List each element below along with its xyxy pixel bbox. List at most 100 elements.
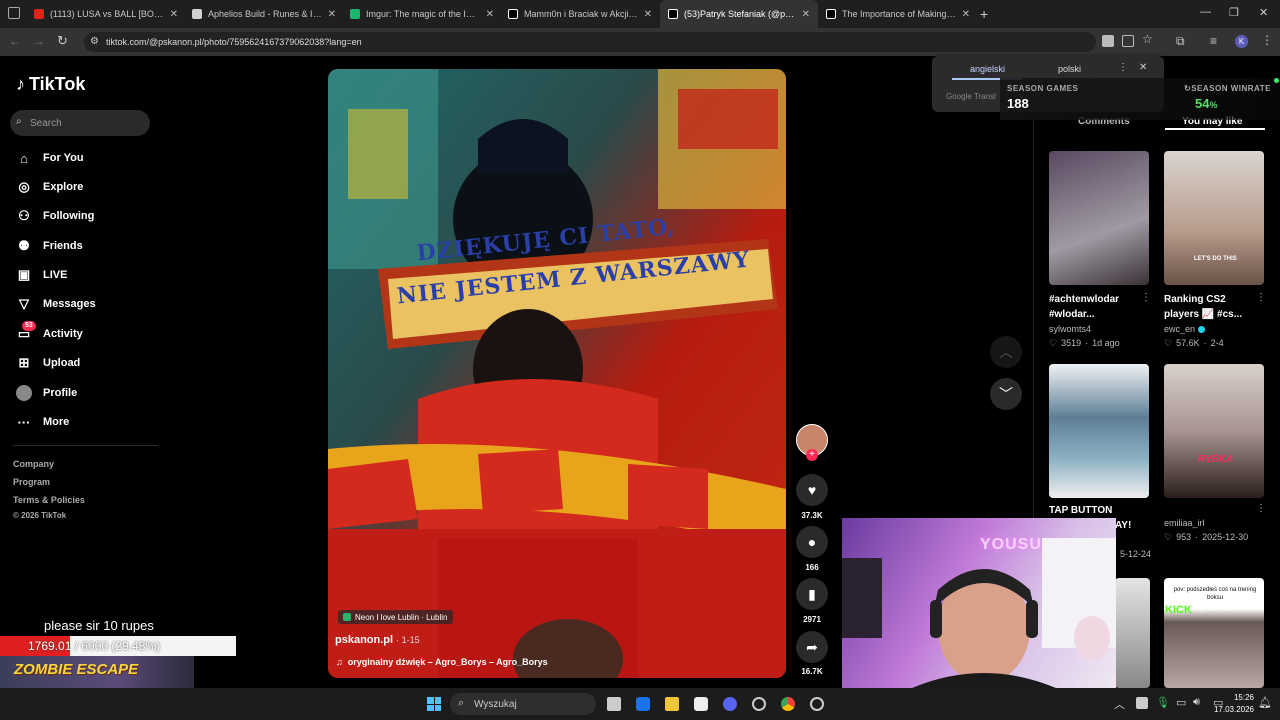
recommended-video-title[interactable]: #achtenwlodar #wlodar... <box>1049 292 1144 322</box>
taskbar-search[interactable]: ⌕ Wyszukaj <box>450 693 596 715</box>
browser-tab[interactable]: Mamm0n i Braciak w Akcji Pod ✕ <box>500 0 660 28</box>
translate-close-icon[interactable]: ✕ <box>1139 62 1147 73</box>
close-tab-icon[interactable]: ✕ <box>328 9 336 20</box>
compass-icon: ◎ <box>18 179 30 194</box>
tiktok-logo[interactable]: ♪ TikTok <box>16 74 85 95</box>
sidebar-item-activity[interactable]: ▭ 53 Activity <box>16 321 83 345</box>
tab-menu-icon[interactable] <box>8 7 20 19</box>
close-tab-icon[interactable]: ✕ <box>486 9 494 20</box>
translate-icon[interactable] <box>1102 35 1114 47</box>
like-button[interactable]: ♥ <box>796 474 828 506</box>
close-tab-icon[interactable]: ✕ <box>644 9 652 20</box>
recommended-video-author[interactable]: ewc_en <box>1164 324 1206 334</box>
url-bar[interactable]: ⚙ tiktok.com/@pskanon.pl/photo/759562416… <box>84 32 1096 52</box>
browser-tab-strip: (1113) LUSA vs BALL [BO5] | Sa ✕ Aphelio… <box>0 0 1280 28</box>
location-pin-icon <box>343 613 351 621</box>
outlook-icon[interactable] <box>636 697 650 711</box>
task-view-icon[interactable] <box>607 697 621 711</box>
recommended-video-author[interactable]: emiliaa_irl <box>1164 518 1205 528</box>
new-tab-icon[interactable]: + <box>980 6 988 22</box>
profile-avatar[interactable]: K <box>1235 35 1248 48</box>
post-photo[interactable]: DZIĘKUJĘ CI TATO, NIE JESTEM Z WARSZAWY … <box>328 69 786 678</box>
browser-tab[interactable]: Aphelios Build - Runes & Items ✕ <box>184 0 344 28</box>
tray-chevron-icon[interactable]: ︿ <box>1114 696 1125 712</box>
active-tab-indicator <box>1165 128 1265 130</box>
post-author[interactable]: pskanon.pl · 1-15 <box>335 634 420 646</box>
translate-tab-source[interactable]: angielski <box>970 64 1005 74</box>
close-tab-icon[interactable]: ✕ <box>802 9 810 20</box>
search-input[interactable]: ⌕ Search <box>10 110 150 136</box>
browser-tab[interactable]: (1113) LUSA vs BALL [BO5] | Sa ✕ <box>26 0 186 28</box>
more-options-icon[interactable]: ⋮ <box>1256 292 1266 303</box>
recommended-video-thumbnail[interactable] <box>1049 364 1149 498</box>
verified-icon <box>1198 325 1206 333</box>
sound-link[interactable]: ♫ oryginalny dźwięk – Agro_Borys – Agro_… <box>336 657 548 667</box>
recommended-video-thumbnail[interactable] <box>1115 578 1150 688</box>
sidebar-item-live[interactable]: ▣ LIVE <box>16 264 68 286</box>
sidebar-item-for-you[interactable]: ⌂ For You <box>16 147 83 169</box>
following-icon: ⚇ <box>18 208 30 223</box>
follow-plus-icon[interactable]: + <box>806 449 818 461</box>
share-count: 16.7K <box>801 667 823 676</box>
close-tab-icon[interactable]: ✕ <box>170 9 178 20</box>
sidebar-item-profile[interactable]: Profile <box>16 382 77 404</box>
taskbar-time[interactable]: 15:26 <box>1226 693 1254 702</box>
app-icon[interactable] <box>752 697 766 711</box>
translate-tab-target[interactable]: polski <box>1058 64 1081 74</box>
close-window-icon[interactable]: ✕ <box>1259 6 1268 19</box>
app-icon[interactable] <box>810 697 824 711</box>
recommended-video-title[interactable]: TAP BUTTON <box>1049 503 1144 518</box>
recommended-video-thumbnail[interactable]: pov: podszedłeś coś na trening boksu KIC… <box>1164 578 1264 688</box>
recommended-video-thumbnail[interactable]: RYBKA <box>1164 364 1264 498</box>
location-tag[interactable]: Neon I love Lublin · Lublin <box>338 610 453 624</box>
reload-icon[interactable]: ↻ <box>57 33 68 49</box>
sidebar-item-following[interactable]: ⚇ Following <box>16 205 94 227</box>
cast-icon[interactable] <box>1122 35 1134 47</box>
recommended-video-thumbnail[interactable] <box>1049 151 1149 285</box>
more-options-icon[interactable]: ⋮ <box>1256 503 1266 514</box>
footer-link-program[interactable]: Program <box>13 477 50 487</box>
sidebar-item-messages[interactable]: ▽ Messages <box>16 293 96 315</box>
more-options-icon[interactable]: ⋮ <box>1141 292 1151 303</box>
browser-tab[interactable]: Imgur: The magic of the Interne ✕ <box>342 0 502 28</box>
browser-menu-icon[interactable]: ⋮ <box>1261 33 1273 47</box>
browser-tab[interactable]: The Importance of Making Wis ✕ <box>818 0 978 28</box>
close-tab-icon[interactable]: ✕ <box>962 9 970 20</box>
forward-icon[interactable]: → <box>33 34 45 48</box>
microphone-icon[interactable]: 🎙︎ <box>1156 696 1170 709</box>
maximize-icon[interactable]: ❐ <box>1229 6 1239 19</box>
comment-button[interactable]: ● <box>796 526 828 558</box>
recommended-video-author[interactable]: sylwomts4 <box>1049 324 1091 334</box>
recommended-video-title[interactable]: Ranking CS2 players 📈 #cs... <box>1164 292 1259 322</box>
site-info-icon[interactable]: ⚙ <box>90 36 99 47</box>
start-button[interactable] <box>427 697 441 711</box>
bookmark-star-icon[interactable]: ☆ <box>1142 32 1153 46</box>
minimize-icon[interactable]: — <box>1200 6 1211 18</box>
store-icon[interactable] <box>694 697 708 711</box>
back-icon[interactable]: ← <box>9 34 21 48</box>
webcam-feed: YOUSU <box>842 518 1116 688</box>
reading-list-icon[interactable]: ≡ <box>1210 34 1217 48</box>
share-button[interactable]: ➦ <box>796 631 828 663</box>
taskbar-date[interactable]: 17.03.2026 <box>1196 705 1254 714</box>
extensions-icon[interactable]: ⧉ <box>1176 34 1185 49</box>
sidebar-item-friends[interactable]: ⚉ Friends <box>16 235 83 257</box>
discord-icon[interactable] <box>723 697 737 711</box>
notification-icon[interactable]: 🔔︎ <box>1258 696 1272 709</box>
browser-tab-active[interactable]: (53)Patryk Stefaniak (@pska ✕ <box>660 0 818 28</box>
sidebar-item-explore[interactable]: ◎ Explore <box>16 176 83 198</box>
footer-link-terms[interactable]: Terms & Policies <box>13 495 85 505</box>
sidebar-item-upload[interactable]: ⊞ Upload <box>16 352 81 374</box>
footer-link-company[interactable]: Company <box>13 459 54 469</box>
previous-post-button[interactable]: ︿ <box>990 336 1022 368</box>
tray-app-icon[interactable] <box>1136 697 1148 709</box>
site-icon <box>192 9 202 19</box>
file-explorer-icon[interactable] <box>665 697 679 711</box>
sidebar-item-more[interactable]: ··· More <box>16 411 70 433</box>
translate-menu-icon[interactable]: ⋮ <box>1118 62 1128 73</box>
save-button[interactable]: ▮ <box>796 578 828 610</box>
next-post-button[interactable]: ﹀ <box>990 378 1022 410</box>
chrome-icon[interactable] <box>781 697 795 711</box>
recommended-video-thumbnail[interactable]: LET'S DO THIS <box>1164 151 1264 285</box>
network-icon[interactable]: ▭ <box>1176 696 1186 709</box>
